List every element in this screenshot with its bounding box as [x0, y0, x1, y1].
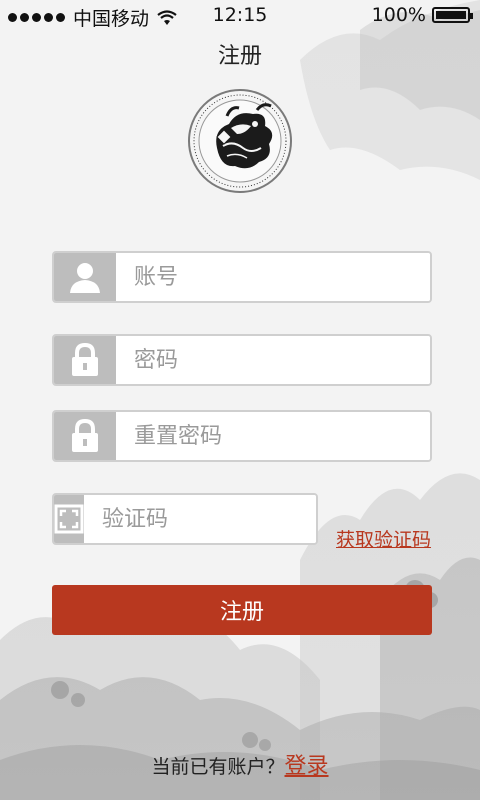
password-field	[52, 334, 432, 386]
reset-password-field	[52, 410, 432, 462]
verification-code-input[interactable]	[84, 495, 316, 543]
captcha-frame-icon	[54, 495, 84, 543]
status-bar: 中国移动 12:15 100%	[0, 0, 480, 30]
account-field	[52, 251, 432, 303]
register-button[interactable]: 注册	[52, 585, 432, 635]
login-link[interactable]: 登录	[285, 754, 329, 779]
login-prompt-text: 当前已有账户？	[151, 756, 285, 778]
status-bar-right: 100%	[371, 4, 473, 26]
password-input[interactable]	[116, 336, 430, 384]
reset-password-input[interactable]	[116, 412, 430, 460]
user-icon	[54, 253, 116, 301]
battery-percent: 100%	[371, 4, 426, 26]
battery-icon	[432, 7, 473, 23]
login-prompt: 当前已有账户？登录	[0, 748, 480, 780]
page-title: 注册	[217, 44, 262, 69]
lock-icon	[54, 336, 116, 384]
lock-icon	[54, 412, 116, 460]
get-verification-code-link[interactable]: 获取验证码	[336, 525, 431, 552]
qilin-emblem-icon	[188, 89, 292, 193]
account-input[interactable]	[116, 253, 430, 301]
verification-code-field	[52, 493, 318, 545]
battery-fill	[436, 11, 466, 19]
